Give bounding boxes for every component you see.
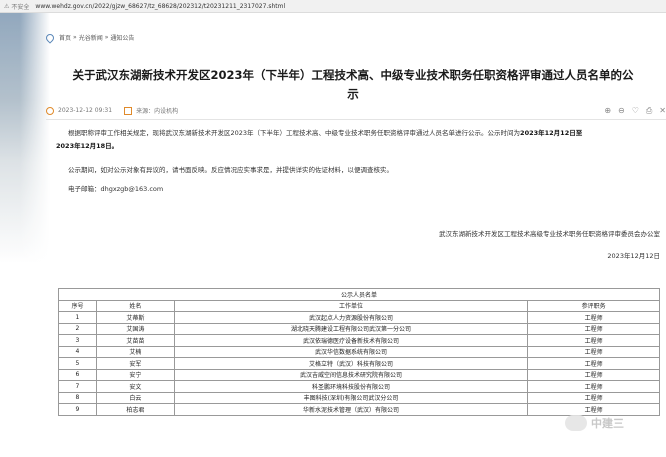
table-caption: 公示人员名单: [58, 288, 660, 301]
cell-title: 工程师: [527, 403, 660, 416]
article-paragraph-1: 根据职称评审工作相关规定，现将武汉东湖新技术开发区2023年（下半年）工程技术高…: [56, 127, 660, 153]
article-email: 电子邮箱：dhgxzgb@163.com: [56, 183, 660, 196]
cell-name: 艾国涛: [95, 322, 175, 335]
cell-employer: 华新水泥技术管理（武汉）有限公司: [173, 403, 529, 416]
cell-title: 工程师: [527, 322, 660, 335]
cell-name: 艾蒂斯: [95, 311, 175, 324]
clock-icon: [46, 106, 54, 115]
table-row: 8 白云 丰图科技(深圳)有限公司武汉分公司 工程师: [58, 391, 660, 404]
cell-name: 柏志君: [95, 403, 175, 416]
cell-employer: 湖北晓天腾建设工程有限公司武汉第一分公司: [173, 322, 529, 335]
wechat-icon: [565, 415, 587, 431]
table-row: 1 艾蒂斯 武汉起点人力资源股份有限公司 工程师: [58, 311, 660, 324]
location-pin-icon: [44, 31, 56, 44]
source-value: 内设机构: [154, 108, 179, 115]
cell-index: 6: [58, 368, 97, 381]
font-size-small-icon[interactable]: ⊖: [618, 106, 625, 116]
article-title-line1: 关于武汉东湖新技术开发区2023年（下半年）工程技术高、中级专业技术职务任职资格…: [72, 68, 634, 82]
breadcrumb-separator: »: [73, 34, 77, 41]
cell-title: 工程师: [527, 380, 660, 393]
table-row: 5 安军 艾格立特（武汉）科技有限公司 工程师: [58, 357, 660, 370]
breadcrumb-separator: »: [104, 34, 109, 41]
cell-index: 4: [58, 345, 97, 358]
para2-text: 公示期间，如对公示对象有异议的，请书面反映。反应情况应实事求是，并提供详实的佐证…: [68, 166, 393, 174]
email-label: 电子邮箱：: [68, 185, 101, 193]
article-signature: 武汉东湖新技术开发区工程技术高级专业技术职务任职资格评审委员会办公室: [439, 230, 660, 238]
close-icon[interactable]: ✕: [659, 106, 666, 116]
city-skyline-image: [0, 13, 50, 263]
cell-title: 工程师: [527, 357, 660, 370]
cell-index: 9: [58, 403, 97, 416]
cell-employer: 武汉吉威空间信息技术研究院有限公司: [173, 368, 529, 381]
header-index: 序号: [58, 299, 97, 312]
article-sign-date: 2023年12月12日: [607, 252, 660, 260]
cell-name: 艾楠: [95, 345, 175, 358]
header-name: 姓名: [95, 299, 175, 312]
article-paragraph-2: 公示期间，如对公示对象有异议的，请书面反映。反应情况应实事求是，并提供详实的佐证…: [56, 164, 660, 177]
security-indicator[interactable]: ⚠ 不安全: [4, 2, 29, 11]
cell-name: 白云: [95, 391, 175, 404]
table-row: 3 艾苗苗 武汉依瑞德医疗设备新技术有限公司 工程师: [58, 334, 660, 347]
para1-bold-end: 2023年12月18日。: [56, 142, 119, 150]
article-tools: ⊕ ⊖ ♡ ⎙ ✕: [604, 106, 666, 116]
cell-index: 5: [58, 357, 97, 370]
cell-employer: 丰图科技(深圳)有限公司武汉分公司: [173, 391, 529, 404]
breadcrumb-news[interactable]: 光谷新闻: [79, 33, 103, 42]
breadcrumb-home[interactable]: 首页: [59, 33, 71, 42]
para1-text: 根据职称评审工作相关规定，现将武汉东湖新技术开发区2023年（下半年）工程技术高…: [68, 129, 521, 137]
share-icon[interactable]: ♡: [632, 106, 639, 116]
cell-index: 2: [58, 322, 97, 335]
para1-bold-start: 2023年12月12日至: [520, 129, 583, 137]
cell-index: 8: [58, 391, 97, 404]
header-title: 参评职务: [527, 299, 660, 312]
cell-name: 安宁: [95, 368, 175, 381]
warning-icon: ⚠: [4, 2, 10, 10]
roster-table: 公示人员名单 序号 姓名 工作单位 参评职务 1 艾蒂斯 武汉起点人力资源股份有限公…: [58, 288, 660, 416]
header-employer: 工作单位: [173, 299, 529, 312]
cell-employer: 武汉起点人力资源股份有限公司: [173, 311, 529, 324]
watermark: 中建三: [565, 415, 624, 431]
source-icon: [124, 106, 133, 115]
article-title: 关于武汉东湖新技术开发区2023年（下半年）工程技术高、中级专业技术职务任职资格…: [40, 66, 666, 104]
cell-name: 艾苗苗: [95, 334, 175, 347]
table-row: 2 艾国涛 湖北晓天腾建设工程有限公司武汉第一分公司 工程师: [58, 322, 660, 335]
security-label: 不安全: [11, 3, 30, 11]
cell-name: 安军: [95, 357, 175, 370]
table-header-row: 序号 姓名 工作单位 参评职务: [58, 299, 660, 312]
font-size-large-icon[interactable]: ⊕: [604, 106, 611, 116]
cell-index: 7: [58, 380, 97, 393]
cell-title: 工程师: [527, 345, 660, 358]
article-meta: 2023-12-12 09:31 来源： 内设机构 ⊕ ⊖ ♡ ⎙ ✕: [46, 102, 666, 120]
publish-date: 2023-12-12 09:31: [58, 107, 113, 114]
cell-name: 安文: [95, 380, 175, 393]
watermark-text: 中建三: [591, 417, 624, 430]
table-caption-row: 公示人员名单: [58, 288, 660, 301]
breadcrumb: 首页 » 光谷新闻 » 通知公告: [44, 31, 134, 44]
cell-title: 工程师: [527, 368, 660, 381]
table-row: 7 安文 科圣鹏环境科技股份有限公司 工程师: [58, 380, 660, 393]
cell-title: 工程师: [527, 391, 660, 404]
cell-employer: 艾格立特（武汉）科技有限公司: [173, 357, 529, 370]
cell-employer: 科圣鹏环境科技股份有限公司: [173, 380, 529, 393]
table-row: 4 艾楠 武汉华信数据系统有限公司 工程师: [58, 345, 660, 358]
email-value[interactable]: dhgxzgb@163.com: [101, 185, 164, 193]
cell-employer: 武汉依瑞德医疗设备新技术有限公司: [173, 334, 529, 347]
url-text[interactable]: www.wehdz.gov.cn/2022/gjzw_68627/tz_6862…: [35, 3, 285, 10]
cell-title: 工程师: [527, 311, 660, 324]
cell-index: 3: [58, 334, 97, 347]
cell-employer: 武汉华信数据系统有限公司: [173, 345, 529, 358]
table-row: 9 柏志君 华新水泥技术管理（武汉）有限公司 工程师: [58, 403, 660, 416]
source-label: 来源：: [136, 108, 155, 115]
breadcrumb-notices[interactable]: 通知公告: [110, 33, 134, 42]
browser-address-bar[interactable]: ⚠ 不安全 www.wehdz.gov.cn/2022/gjzw_68627/t…: [0, 0, 666, 13]
cell-title: 工程师: [527, 334, 660, 347]
print-icon[interactable]: ⎙: [646, 106, 652, 116]
table-row: 6 安宁 武汉吉威空间信息技术研究院有限公司 工程师: [58, 368, 660, 381]
cell-index: 1: [58, 311, 97, 324]
